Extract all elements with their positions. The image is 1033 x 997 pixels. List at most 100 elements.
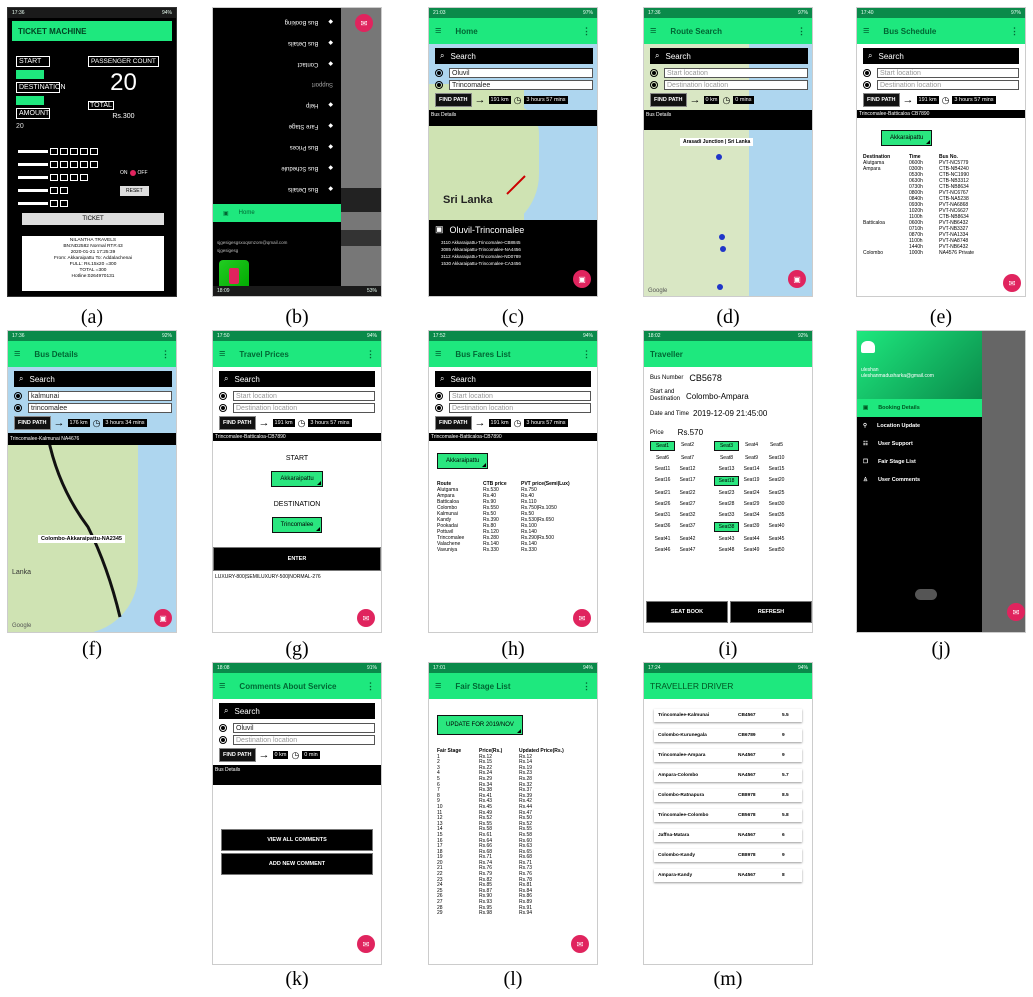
bus-list-item[interactable]: 3112 Akkaraipattu-Trincomalee-ND0789 bbox=[441, 253, 597, 260]
seat-button[interactable]: Seat45 bbox=[764, 535, 789, 543]
mail-fab[interactable]: ✉ bbox=[1003, 274, 1021, 292]
destination-select[interactable]: Trincomalee bbox=[271, 517, 323, 533]
start-select[interactable]: Akkaraipattu bbox=[437, 453, 489, 469]
ticket-button[interactable]: TICKET bbox=[22, 213, 164, 225]
drawer-item[interactable]: ▣ Booking Details bbox=[857, 399, 982, 417]
on-off-toggle[interactable]: ON OFF bbox=[120, 170, 148, 176]
menu-icon[interactable]: ≡ bbox=[435, 348, 441, 360]
origin-radio[interactable] bbox=[435, 392, 443, 400]
drawer-item[interactable]: ☷ User Support bbox=[857, 435, 982, 453]
start-select[interactable]: Akkaraipattu bbox=[271, 471, 323, 487]
destination-radio[interactable] bbox=[650, 81, 658, 89]
seat-button[interactable]: Seat9 bbox=[739, 454, 764, 462]
origin-radio[interactable] bbox=[219, 724, 227, 732]
seat-button[interactable]: Seat24 bbox=[739, 489, 764, 497]
bus-list-item[interactable]: 3110 Akkaraipattu-Trincomalee-CB8845 bbox=[441, 239, 597, 246]
origin-input[interactable]: Start location bbox=[233, 391, 375, 401]
seat-button[interactable]: Seat40 bbox=[764, 522, 789, 532]
drawer-item[interactable]: ◆ Bus Prices bbox=[223, 136, 333, 157]
bus-fab[interactable]: ▣ bbox=[154, 609, 172, 627]
seat-button[interactable]: Seat23 bbox=[714, 489, 739, 497]
seat-button[interactable]: Seat14 bbox=[739, 465, 764, 473]
destination-select[interactable] bbox=[16, 96, 44, 105]
seat-button[interactable]: Seat37 bbox=[675, 522, 700, 532]
destination-input[interactable]: Destination location bbox=[233, 403, 375, 413]
menu-icon[interactable]: ≡ bbox=[14, 348, 20, 360]
origin-radio[interactable] bbox=[650, 69, 658, 77]
map-marker[interactable] bbox=[717, 284, 723, 290]
drawer-item[interactable]: ◆ Help bbox=[223, 94, 333, 115]
seat-button[interactable]: Seat35 bbox=[764, 511, 789, 519]
menu-icon[interactable]: ≡ bbox=[863, 25, 869, 37]
destination-radio[interactable] bbox=[219, 404, 227, 412]
seat-button[interactable]: Seat10 bbox=[764, 454, 789, 462]
overflow-menu-icon[interactable]: ⋮ bbox=[582, 349, 591, 360]
seat-button[interactable]: Seat20 bbox=[764, 476, 789, 486]
overflow-menu-icon[interactable]: ⋮ bbox=[582, 681, 591, 692]
scroll-indicator[interactable] bbox=[915, 589, 937, 600]
search-bar[interactable]: ⌕ Search bbox=[14, 371, 172, 387]
seat-button[interactable]: Seat18 bbox=[714, 476, 739, 486]
find-path-button[interactable]: FIND PATH bbox=[14, 416, 51, 430]
reset-button[interactable]: RESET bbox=[120, 186, 149, 196]
mail-fab[interactable]: ✉ bbox=[357, 609, 375, 627]
seat-button[interactable]: Seat32 bbox=[675, 511, 700, 519]
seat-button[interactable]: Seat17 bbox=[675, 476, 700, 486]
destination-input[interactable]: trincomalee bbox=[28, 403, 172, 413]
search-bar[interactable]: ⌕ Search bbox=[219, 371, 375, 387]
destination-input[interactable]: Trincomalee bbox=[449, 80, 593, 90]
list-item[interactable]: Colombo-Ratnapura CB8978 8.5 bbox=[654, 789, 802, 802]
fare-button-grid[interactable] bbox=[18, 148, 118, 210]
seat-button[interactable]: Seat12 bbox=[675, 465, 700, 473]
search-bar[interactable]: ⌕ Search bbox=[863, 48, 1019, 64]
bus-list-item[interactable]: 1530 Akkaraipattu-Trincomalee-CA3456 bbox=[441, 260, 597, 267]
drawer-item[interactable]: ◆ Fare Stage bbox=[223, 115, 333, 136]
list-item[interactable]: Ampara-Kandy NA4567 8 bbox=[654, 869, 802, 882]
list-item[interactable]: Colombo-Kandy CB8978 9 bbox=[654, 849, 802, 862]
list-item[interactable]: Colombo-Kurunegala CB6789 9 bbox=[654, 729, 802, 742]
seat-button[interactable]: Seat36 bbox=[650, 522, 675, 532]
overflow-menu-icon[interactable]: ⋮ bbox=[797, 26, 806, 37]
drawer-item-home[interactable]: ▣ Home bbox=[213, 204, 341, 222]
seat-button[interactable]: Seat31 bbox=[650, 511, 675, 519]
seat-button[interactable]: Seat43 bbox=[714, 535, 739, 543]
start-select[interactable] bbox=[16, 70, 44, 79]
search-bar[interactable]: ⌕ Search bbox=[650, 48, 808, 64]
seat-button[interactable]: Seat30 bbox=[764, 500, 789, 508]
find-path-button[interactable]: FIND PATH bbox=[435, 416, 472, 430]
bus-fab[interactable]: ▣ bbox=[788, 270, 806, 288]
seat-button[interactable]: Seat8 bbox=[714, 454, 739, 462]
seat-button[interactable]: Seat7 bbox=[675, 454, 700, 462]
start-select[interactable]: Akkaraipattu bbox=[881, 130, 933, 146]
seat-button[interactable]: Seat33 bbox=[714, 511, 739, 519]
seat-button[interactable]: Seat21 bbox=[650, 489, 675, 497]
seat-button[interactable]: Seat3 bbox=[714, 441, 739, 451]
origin-input[interactable]: Start location bbox=[449, 391, 591, 401]
find-path-button[interactable]: FIND PATH bbox=[435, 93, 472, 107]
seat-button[interactable]: Seat6 bbox=[650, 454, 675, 462]
mail-fab[interactable]: ✉ bbox=[571, 935, 589, 953]
overflow-menu-icon[interactable]: ⋮ bbox=[366, 349, 375, 360]
enter-button[interactable]: ENTER bbox=[213, 547, 381, 571]
view-all-comments-button[interactable]: VIEW ALL COMMENTS bbox=[221, 829, 373, 851]
mail-fab[interactable]: ✉ bbox=[573, 609, 591, 627]
seat-button[interactable]: Seat13 bbox=[714, 465, 739, 473]
origin-radio[interactable] bbox=[863, 69, 871, 77]
map-marker[interactable] bbox=[720, 246, 726, 252]
origin-radio[interactable] bbox=[14, 392, 22, 400]
seat-button[interactable]: Seat28 bbox=[714, 500, 739, 508]
drawer-item[interactable]: ❐ Fair Stage List bbox=[857, 453, 982, 471]
list-item[interactable]: Trincomalee-Ampara NA4567 9 bbox=[654, 749, 802, 762]
menu-icon[interactable]: ≡ bbox=[435, 680, 441, 692]
menu-icon[interactable]: ≡ bbox=[219, 680, 225, 692]
menu-icon[interactable]: ≡ bbox=[435, 25, 441, 37]
seat-button[interactable]: Seat2 bbox=[675, 441, 700, 451]
seat-button[interactable]: Seat42 bbox=[675, 535, 700, 543]
destination-radio[interactable] bbox=[219, 736, 227, 744]
seat-button[interactable]: Seat11 bbox=[650, 465, 675, 473]
origin-input[interactable]: Start location bbox=[664, 68, 808, 78]
mail-fab[interactable]: ✉ bbox=[355, 14, 373, 32]
origin-input[interactable]: Oluvil bbox=[449, 68, 593, 78]
bus-fab[interactable]: ▣ bbox=[573, 270, 591, 288]
overflow-menu-icon[interactable]: ⋮ bbox=[161, 349, 170, 360]
